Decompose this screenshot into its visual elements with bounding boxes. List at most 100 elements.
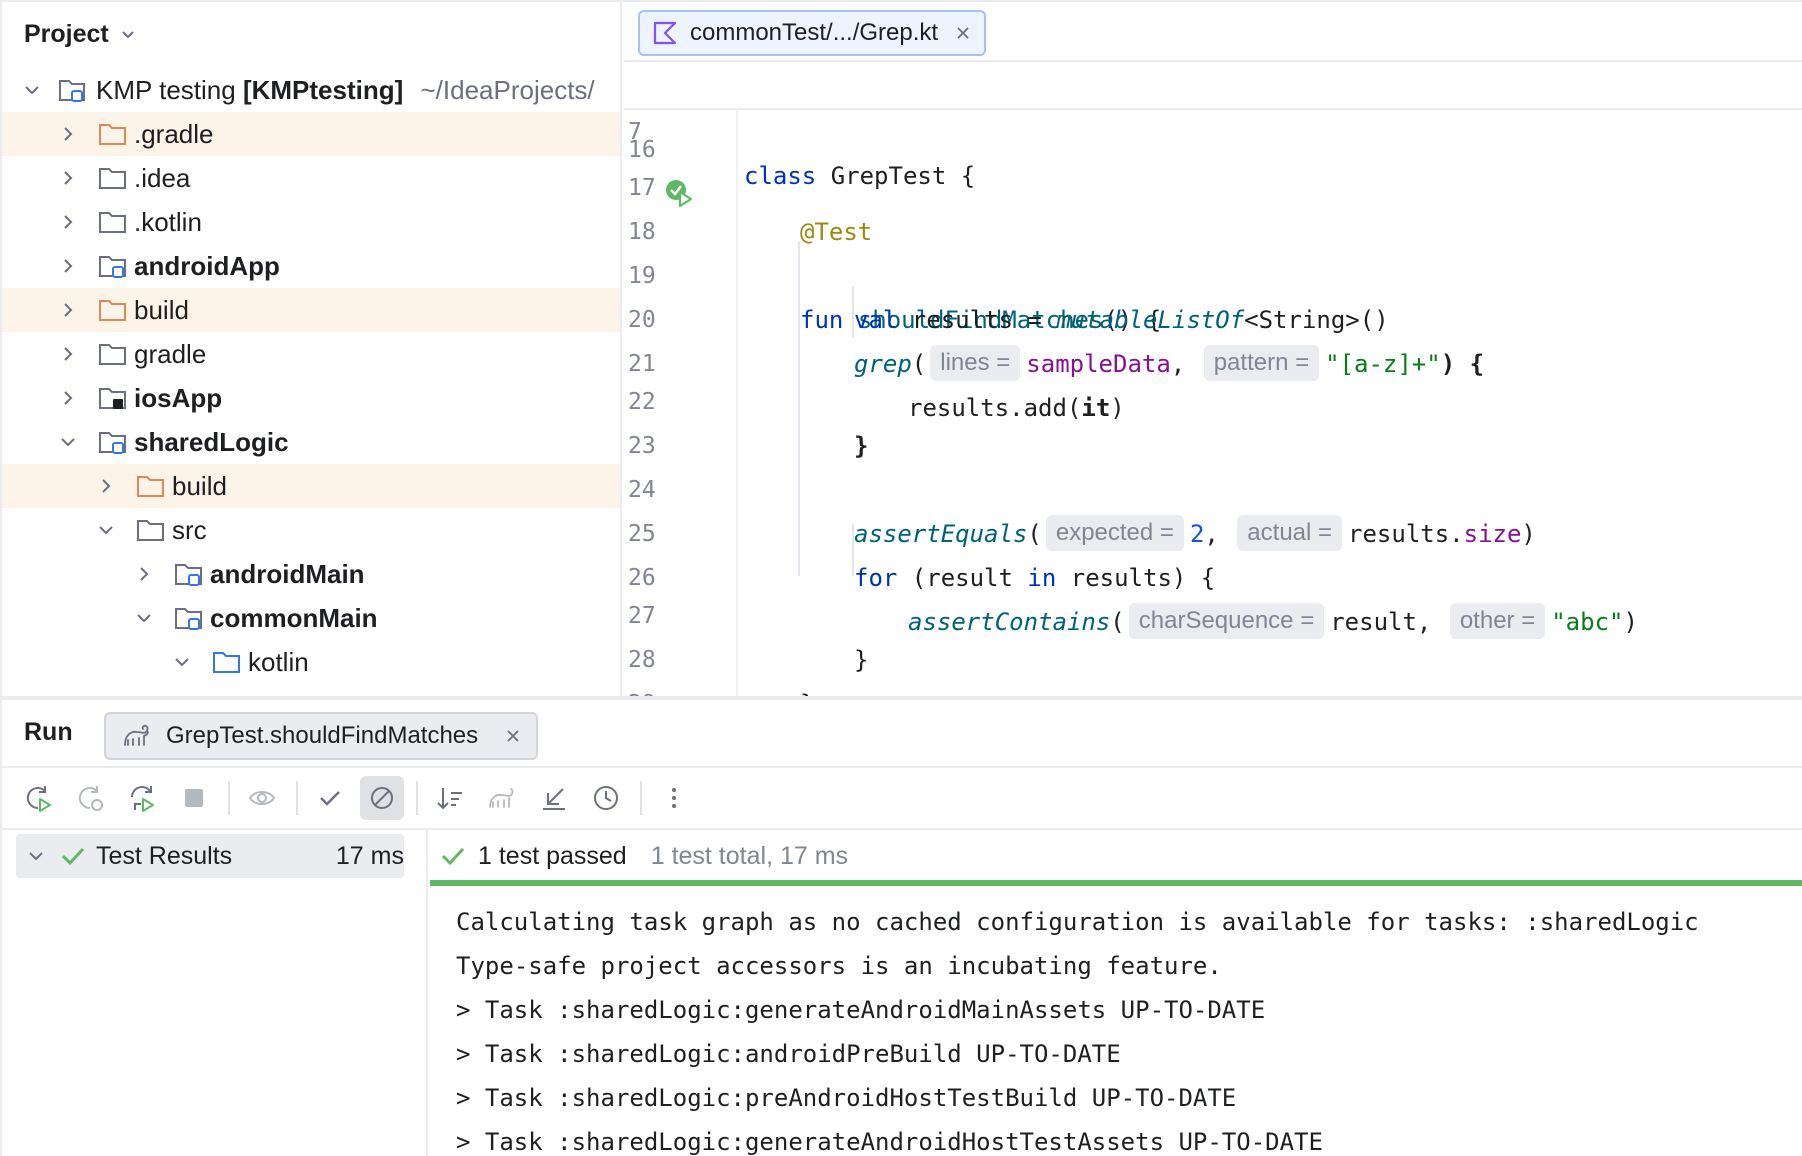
tree-item-iosapp[interactable]: iosApp	[2, 376, 620, 420]
ide-window: Project KMP testing [KMPtesting] ~/IdeaP…	[0, 0, 1802, 1156]
tree-item-gradle[interactable]: gradle	[2, 332, 620, 376]
kotlin-file-icon	[653, 21, 677, 45]
keyword: class	[744, 162, 817, 190]
tree-item-label: build	[172, 470, 227, 501]
folder-excluded-icon	[137, 476, 164, 497]
project-tool-window: Project KMP testing [KMPtesting] ~/IdeaP…	[2, 2, 622, 696]
editor-tab-grep-kt[interactable]: commonTest/.../Grep.kt	[638, 10, 987, 56]
import-tests-icon	[489, 788, 514, 808]
chevron-right-icon[interactable]	[58, 344, 78, 364]
run-config-tab[interactable]: GrepTest.shouldFindMatches	[104, 712, 539, 760]
chevron-right-icon[interactable]	[58, 388, 78, 408]
test-passed-count: 1 test passed	[478, 841, 627, 870]
import-tests-button[interactable]	[480, 776, 524, 820]
test-console[interactable]: 1 test passed 1 test total, 17 ms Calcul…	[430, 830, 1802, 1156]
tree-item-label: androidMain	[210, 558, 365, 589]
tree-item-sharedlogic-build[interactable]: build	[2, 464, 620, 508]
chevron-right-icon[interactable]	[58, 124, 78, 144]
chevron-right-icon[interactable]	[58, 212, 78, 232]
code-line-25: 25 for (result in results) {	[624, 468, 1802, 592]
collapse-button[interactable]	[532, 776, 576, 820]
chevron-down-icon[interactable]	[172, 652, 192, 672]
test-results-time: 17 ms	[335, 841, 404, 870]
history-button[interactable]	[584, 776, 628, 820]
source-set-folder-icon	[175, 608, 202, 630]
module-folder-icon	[99, 256, 126, 278]
rerun-failed-button[interactable]	[68, 776, 112, 820]
tree-item-label: kotlin	[248, 646, 309, 677]
console-line: > Task :sharedLogic:preAndroidHostTestBu…	[456, 1084, 1237, 1112]
show-passed-button[interactable]	[240, 776, 284, 820]
code-line-28: 28 }	[624, 594, 1802, 696]
tree-item-label: .kotlin	[134, 206, 202, 237]
chevron-right-icon[interactable]	[58, 300, 78, 320]
history-icon	[594, 786, 618, 810]
chevron-down-icon[interactable]	[22, 80, 42, 100]
rerun-icon	[26, 786, 51, 812]
chevron-down-icon[interactable]	[26, 846, 46, 866]
folder-excluded-icon	[99, 300, 126, 321]
code-area[interactable]: 7 class GrepTest { 16 17 @Test 18 fun sh…	[624, 66, 1802, 696]
test-results-tree: Test Results 17 ms	[2, 830, 428, 1156]
chevron-down-icon[interactable]	[134, 608, 154, 628]
test-progress-bar	[430, 880, 1802, 886]
show-ignored-button[interactable]	[360, 776, 404, 820]
test-passed-icon	[441, 847, 465, 866]
tree-item-label: androidApp	[134, 250, 280, 281]
stop-button[interactable]	[172, 776, 216, 820]
toggle-auto-test-button[interactable]	[120, 776, 164, 820]
code-line-29: 29 }	[624, 638, 1802, 696]
tree-item-androidmain[interactable]: androidMain	[2, 552, 620, 596]
editor-tab-label: commonTest/.../Grep.kt	[690, 19, 939, 46]
folder-icon	[99, 168, 126, 189]
tree-item-build[interactable]: build	[2, 288, 620, 332]
test-results-root[interactable]: Test Results 17 ms	[16, 834, 404, 878]
chevron-down-icon[interactable]	[96, 520, 116, 540]
tree-item-sharedlogic[interactable]: sharedLogic	[2, 420, 620, 464]
sort-icon	[437, 788, 462, 810]
console-line: Type-safe project accessors is an incuba…	[456, 952, 1222, 980]
tree-item-label: gradle	[134, 338, 207, 369]
tree-item-label: build	[134, 294, 189, 325]
tree-item-kotlin-source-root[interactable]: kotlin	[2, 640, 620, 684]
run-tool-window: Run GrepTest.shouldFindMatches Test Resu…	[2, 700, 1802, 1156]
chevron-right-icon[interactable]	[58, 168, 78, 188]
folder-icon	[137, 520, 164, 541]
code-line-23: 23	[624, 380, 1802, 459]
chevron-right-icon[interactable]	[134, 564, 154, 584]
source-set-folder-icon	[175, 564, 202, 586]
tree-item-idea[interactable]: .idea	[2, 156, 620, 200]
line-number: 29	[628, 682, 684, 696]
chevron-right-icon[interactable]	[58, 256, 78, 276]
run-panel-title: Run	[24, 718, 73, 746]
chevron-down-icon[interactable]	[58, 432, 78, 452]
code-line-22: 22 }	[624, 336, 1802, 460]
chevron-right-icon[interactable]	[96, 476, 116, 496]
code-line-27: 27 }	[624, 550, 1802, 674]
show-passed-tests-button[interactable]	[308, 776, 352, 820]
test-status: 1 test passed 1 test total, 17 ms	[440, 834, 848, 878]
tree-item-kotlin-dir[interactable]: .kotlin	[2, 200, 620, 244]
show-ignored-icon	[371, 787, 393, 809]
stop-icon	[185, 789, 203, 807]
close-icon[interactable]	[506, 729, 520, 743]
rerun-button[interactable]	[16, 776, 60, 820]
project-view-selector[interactable]: Project	[24, 16, 137, 52]
sort-button[interactable]	[428, 776, 472, 820]
tree-root-kmp-testing[interactable]: KMP testing [KMPtesting] ~/IdeaProjects/	[2, 68, 620, 112]
module-folder-icon	[59, 80, 85, 102]
more-options-button[interactable]	[652, 776, 696, 820]
sticky-line[interactable]: 7 class GrepTest {	[624, 66, 1802, 190]
tree-item-gradle-dir[interactable]: .gradle	[2, 112, 620, 156]
console-line: > Task :sharedLogic:androidPreBuild UP-T…	[456, 1040, 1121, 1068]
console-line: > Task :sharedLogic:generateAndroidHostT…	[456, 1128, 1323, 1156]
test-summary: 1 test total, 17 ms	[650, 841, 849, 870]
root-path: ~/IdeaProjects/	[420, 74, 595, 105]
close-icon[interactable]	[956, 26, 970, 40]
show-passed-icon	[248, 791, 276, 805]
tree-item-commonmain[interactable]: commonMain	[2, 596, 620, 640]
tree-item-androidapp[interactable]: androidApp	[2, 244, 620, 288]
source-root-folder-icon	[213, 652, 240, 673]
tree-item-src[interactable]: src	[2, 508, 620, 552]
editor-tab-bar: commonTest/.../Grep.kt	[624, 2, 1802, 62]
